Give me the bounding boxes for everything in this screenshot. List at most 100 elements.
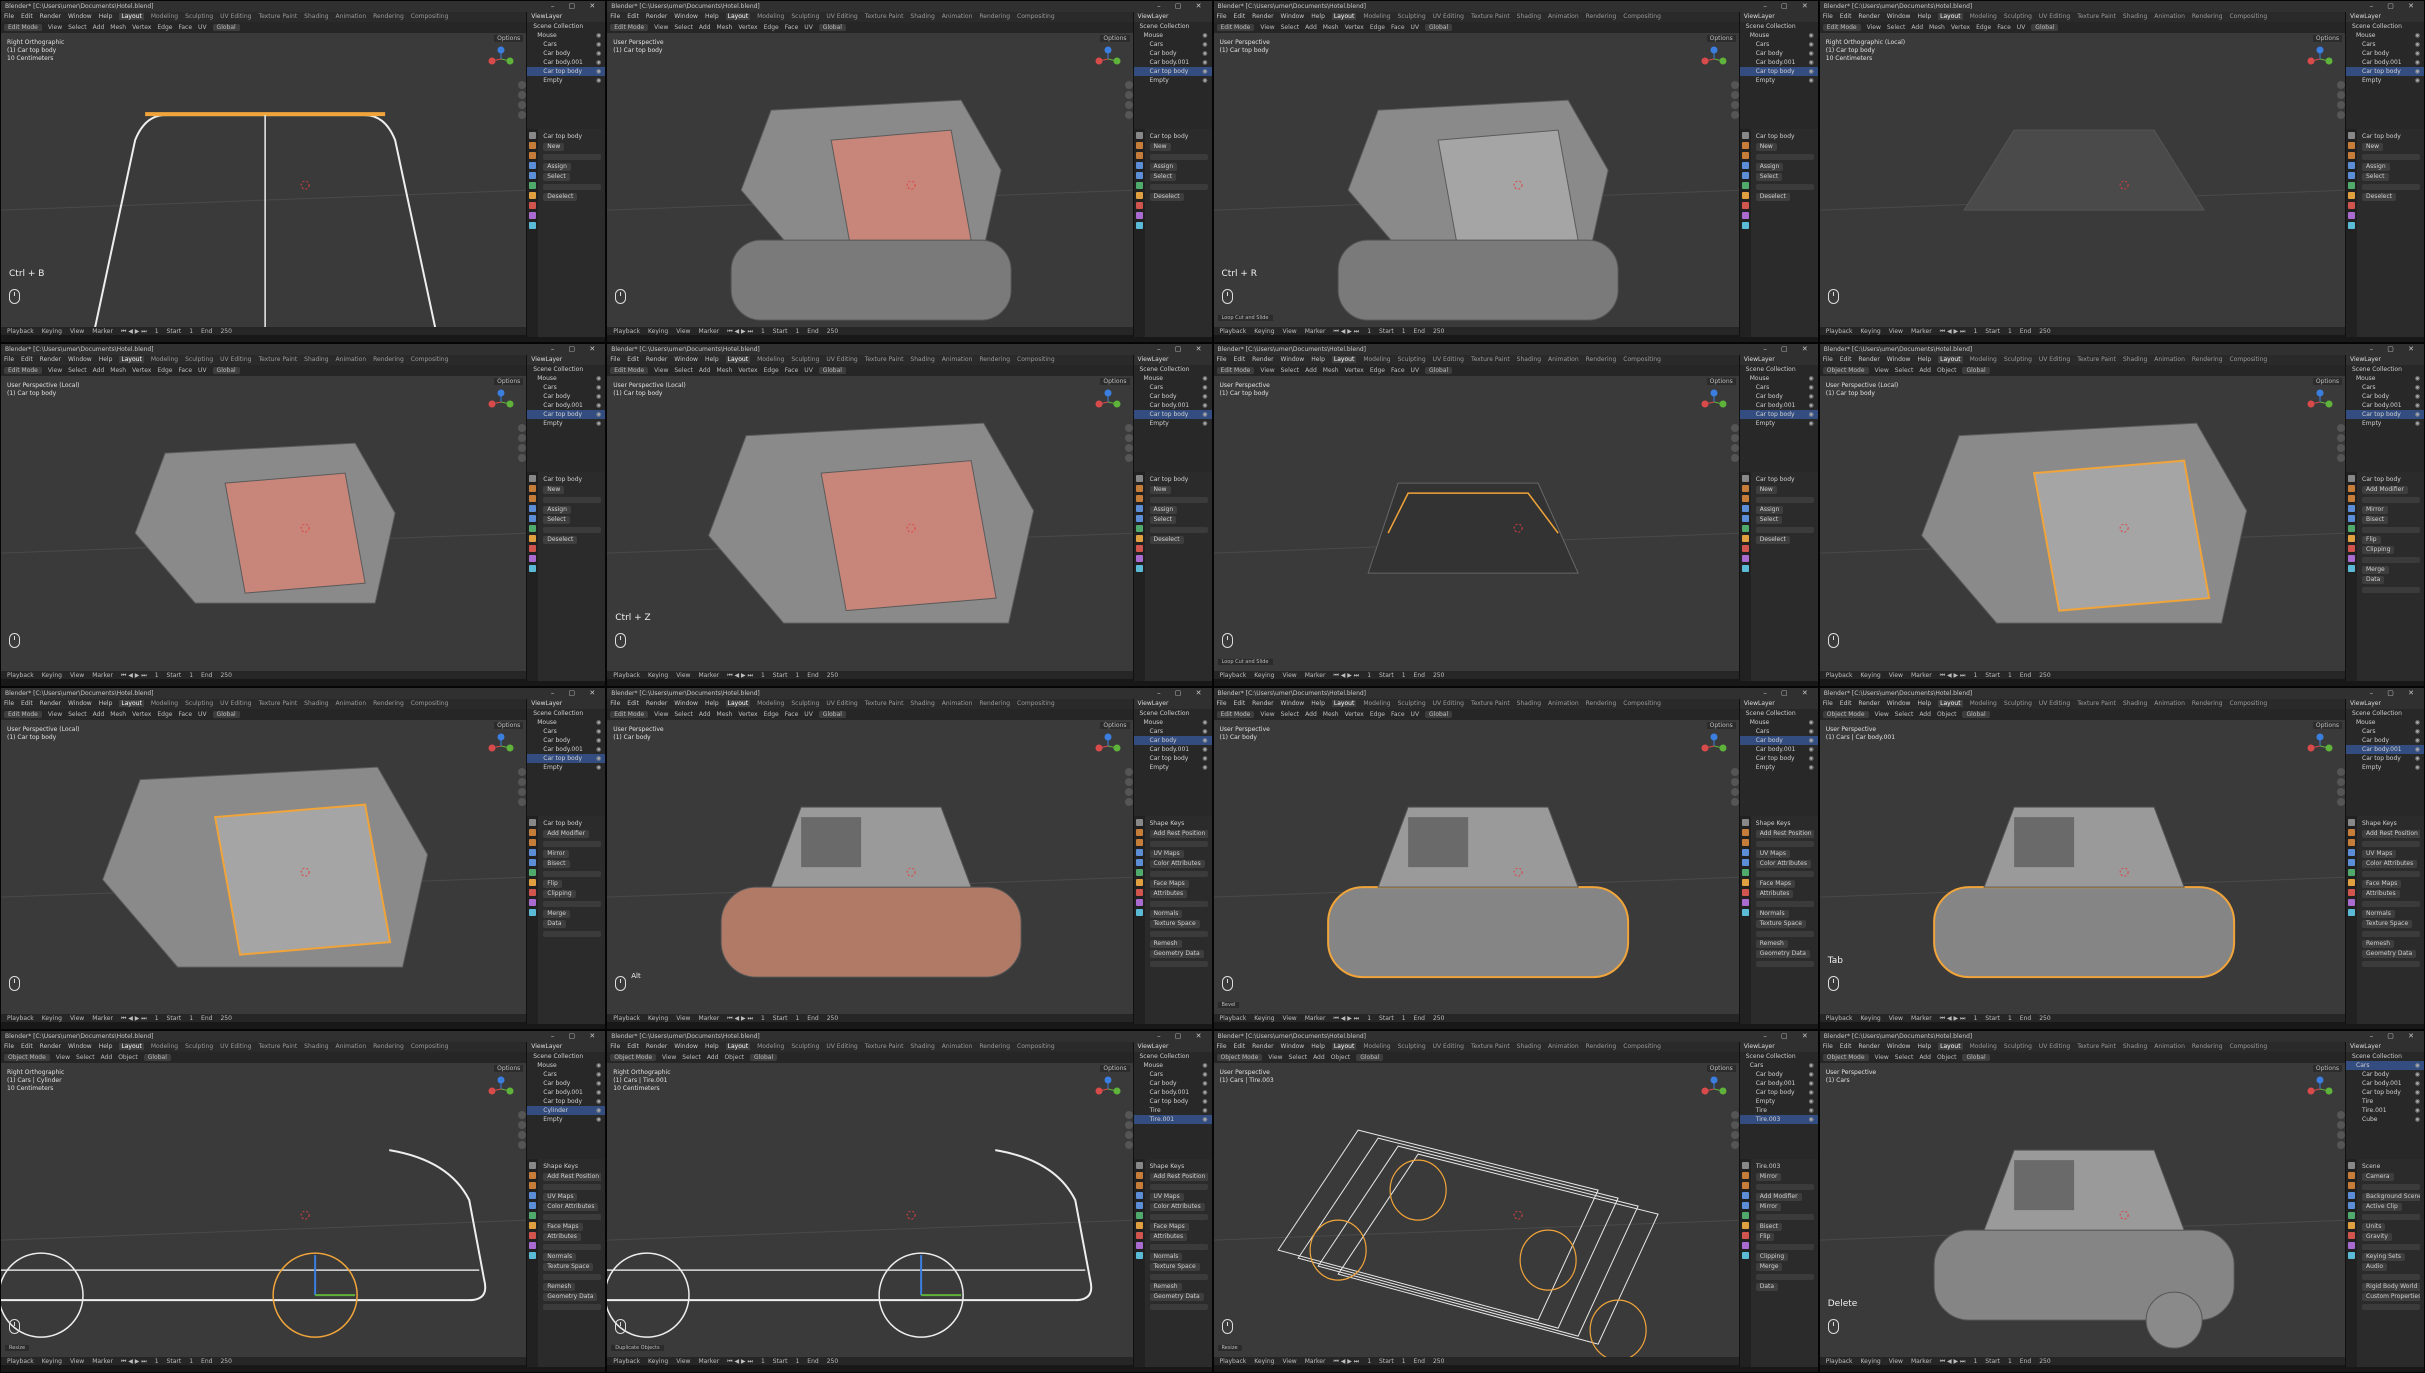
visibility-eye-icon[interactable]: ◉: [596, 1097, 601, 1106]
properties-tab-icon[interactable]: [529, 1211, 537, 1219]
menu-edit[interactable]: Edit: [1234, 700, 1246, 707]
timeline-menu-marker[interactable]: Marker: [1305, 328, 1326, 335]
properties-row[interactable]: Data: [543, 919, 601, 929]
timeline-menu-view[interactable]: View: [1889, 328, 1903, 335]
property-field[interactable]: [543, 1303, 602, 1310]
properties-tab-icon[interactable]: [1135, 212, 1143, 219]
mode-selector[interactable]: Edit Mode: [4, 710, 42, 718]
workspace-tab-layout[interactable]: Layout: [1331, 699, 1357, 707]
timeline-menu-playback[interactable]: Playback: [7, 672, 34, 679]
properties-row[interactable]: Shape Keys: [1756, 819, 1814, 829]
properties-row[interactable]: Texture Space: [1149, 919, 1208, 929]
viewport-nav-icon[interactable]: [518, 111, 527, 119]
properties-row[interactable]: Deselect: [1755, 192, 1814, 202]
workspace-tab-uv-editing[interactable]: UV Editing: [220, 1043, 251, 1050]
options-button[interactable]: Options: [1100, 721, 1130, 729]
outliner-item[interactable]: Cars ◉: [1134, 40, 1212, 49]
viewport-menu-view[interactable]: View: [654, 367, 668, 374]
viewport-menu-vertex[interactable]: Vertex: [132, 24, 151, 31]
visibility-eye-icon[interactable]: ◉: [1809, 1088, 1814, 1097]
properties-row[interactable]: Assign: [543, 505, 601, 515]
properties-tab-icon[interactable]: [1135, 1231, 1143, 1239]
property-field[interactable]: [1755, 1183, 1814, 1190]
properties-tab-icon[interactable]: [2348, 868, 2355, 876]
viewport-menu-face[interactable]: Face: [178, 24, 192, 31]
viewport-menu-uv[interactable]: UV: [198, 367, 207, 374]
properties-tab-icon[interactable]: [1135, 535, 1143, 543]
timeline-menu-playback[interactable]: Playback: [1220, 1015, 1247, 1022]
workspace-tab-shading[interactable]: Shading: [2123, 700, 2147, 707]
properties-tab-icon[interactable]: [1741, 545, 1749, 553]
properties-row[interactable]: Attributes: [1755, 889, 1814, 899]
properties-tab-icon[interactable]: [529, 1231, 537, 1239]
properties-tab-icon[interactable]: [1135, 1251, 1143, 1259]
viewport-menu-edge[interactable]: Edge: [157, 367, 172, 374]
timeline-menu-keying[interactable]: Keying: [1861, 672, 1881, 679]
properties-tab-icon[interactable]: [1741, 495, 1749, 503]
menu-help[interactable]: Help: [705, 700, 719, 707]
viewport-nav-icon[interactable]: [518, 1120, 527, 1129]
start-frame[interactable]: 1: [189, 328, 193, 335]
viewport-menu-select[interactable]: Select: [674, 24, 693, 31]
outliner-item[interactable]: Car top body ◉: [1740, 754, 1818, 763]
properties-tab-icon[interactable]: [2348, 162, 2355, 169]
timeline-menu-playback[interactable]: Playback: [7, 328, 34, 335]
viewport-menu-add[interactable]: Add: [1911, 24, 1923, 31]
transform-orientation[interactable]: Global: [212, 367, 240, 375]
window-controls[interactable]: – ▢ ✕: [551, 344, 601, 355]
property-field[interactable]: [1755, 184, 1814, 190]
viewport-nav-icon[interactable]: [1124, 424, 1133, 433]
workspace-tab-animation[interactable]: Animation: [942, 700, 973, 707]
menu-file[interactable]: File: [1217, 700, 1227, 707]
viewport-nav-icon[interactable]: [518, 454, 527, 463]
properties-row[interactable]: Flip: [543, 879, 601, 889]
properties-row[interactable]: Shape Keys: [543, 1162, 601, 1172]
properties-row[interactable]: Camera: [2362, 1172, 2420, 1182]
viewport-nav-icon[interactable]: [518, 797, 527, 806]
properties-tab-icon[interactable]: [1741, 475, 1749, 483]
outliner-item[interactable]: Car top body ◉: [527, 67, 606, 76]
workspace-tab-texture-paint[interactable]: Texture Paint: [258, 700, 297, 707]
viewport-nav-icon[interactable]: [1730, 1130, 1739, 1139]
menu-file[interactable]: File: [1823, 356, 1833, 363]
outliner-item[interactable]: Car body ◉: [2346, 736, 2424, 745]
menu-help[interactable]: Help: [1311, 1043, 1325, 1050]
menu-help[interactable]: Help: [99, 700, 113, 707]
workspace-tab-animation[interactable]: Animation: [336, 700, 367, 707]
start-frame[interactable]: 1: [189, 672, 193, 679]
outliner-item[interactable]: Empty ◉: [1740, 419, 1818, 428]
workspace-tab-sculpting[interactable]: Sculpting: [2004, 356, 2032, 363]
options-button[interactable]: Options: [494, 378, 524, 386]
property-field[interactable]: [1149, 960, 1208, 967]
end-frame[interactable]: 250: [220, 1358, 231, 1365]
properties-tab-icon[interactable]: [1135, 1191, 1143, 1199]
visibility-eye-icon[interactable]: ◉: [1202, 374, 1207, 383]
workspace-tab-modeling[interactable]: Modeling: [1970, 356, 1997, 363]
timeline-menu-keying[interactable]: Keying: [1254, 1358, 1274, 1365]
properties-row[interactable]: UV Maps: [2362, 849, 2420, 859]
menu-render[interactable]: Render: [1252, 700, 1273, 707]
properties-row[interactable]: Merge: [543, 909, 601, 919]
properties-row[interactable]: Bisect: [2362, 515, 2420, 525]
workspace-tab-sculpting[interactable]: Sculpting: [2004, 700, 2032, 707]
window-controls[interactable]: – ▢ ✕: [1157, 1031, 1207, 1042]
properties-row[interactable]: Add Modifier: [1755, 1192, 1814, 1202]
outliner-item[interactable]: Cars ◉: [1740, 727, 1818, 736]
last-operator-panel[interactable]: Resize: [1217, 1345, 1242, 1351]
visibility-eye-icon[interactable]: ◉: [596, 76, 601, 85]
properties-tab-icon[interactable]: [1741, 848, 1749, 856]
viewport-nav-icon[interactable]: [518, 1110, 527, 1119]
outliner-item[interactable]: Tire ◉: [2346, 1097, 2424, 1106]
menu-file[interactable]: File: [1217, 13, 1227, 20]
visibility-eye-icon[interactable]: ◉: [2415, 67, 2420, 76]
window-controls[interactable]: – ▢ ✕: [551, 1031, 601, 1042]
timeline-menu-playback[interactable]: Playback: [7, 1015, 34, 1022]
viewport-nav-icon[interactable]: [1124, 787, 1133, 796]
viewport-nav-icon[interactable]: [2337, 454, 2345, 463]
workspace-tab-texture-paint[interactable]: Texture Paint: [1471, 356, 1510, 363]
viewport-menu-view[interactable]: View: [48, 24, 62, 31]
properties-row[interactable]: Assign: [1755, 505, 1814, 515]
viewport-menu-add[interactable]: Add: [699, 367, 711, 374]
properties-tab-icon[interactable]: [2348, 515, 2355, 523]
visibility-eye-icon[interactable]: ◉: [2415, 31, 2420, 40]
